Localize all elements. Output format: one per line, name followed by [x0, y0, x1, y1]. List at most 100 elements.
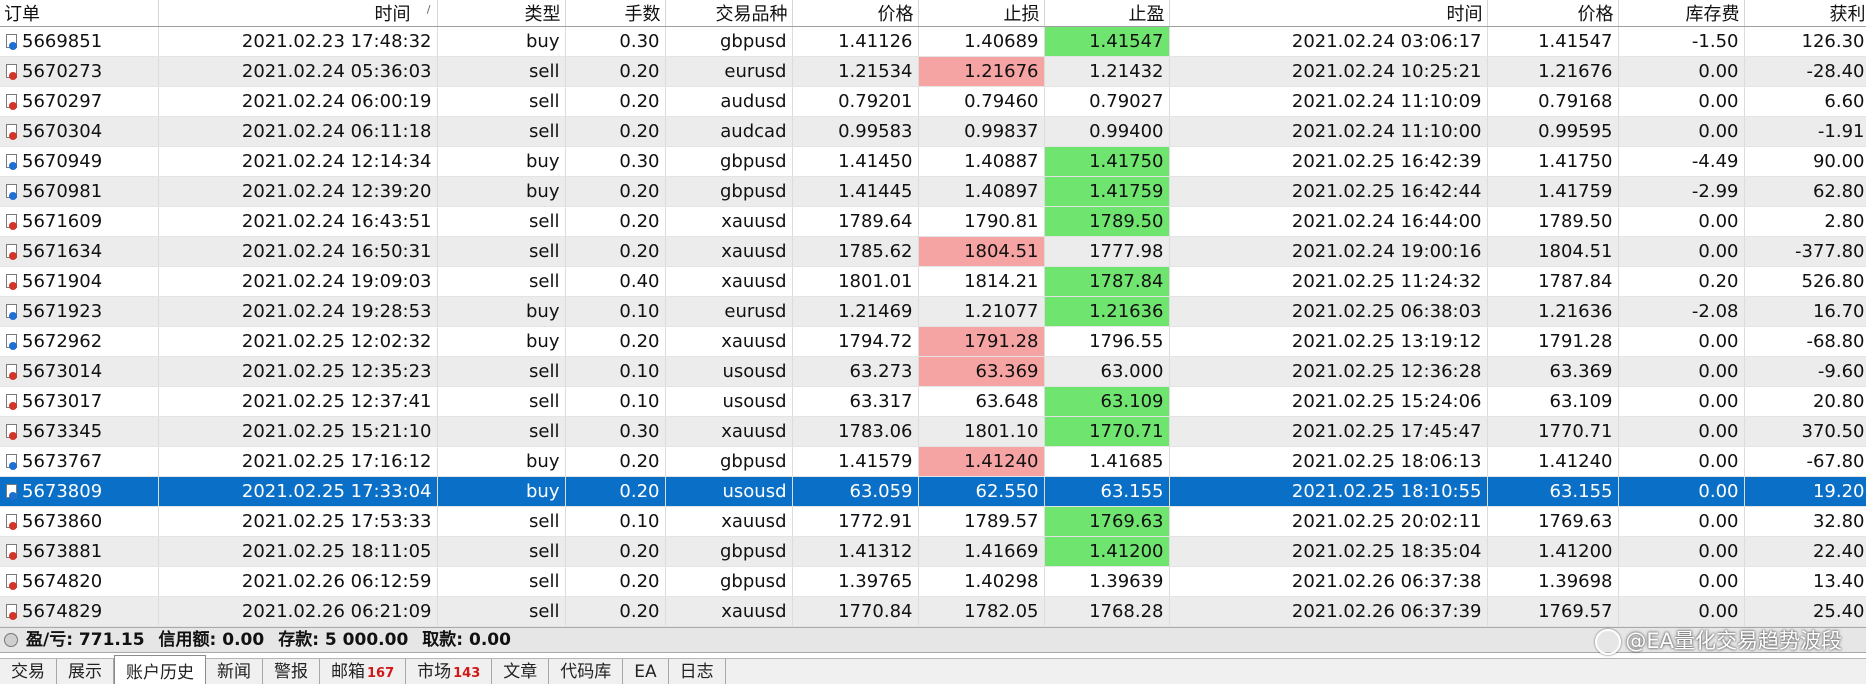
tab-3[interactable]: 新闻 — [206, 659, 263, 684]
symbol-cell: xauusd — [665, 326, 793, 357]
symbol-cell: xauusd — [665, 236, 793, 267]
tab-label: 市场 — [417, 662, 452, 682]
table-row[interactable]: 5674820 2021.02.26 06:12:59 sell 0.20 gbpusd… — [0, 566, 1866, 597]
table-row[interactable]: 5670273 2021.02.24 05:36:03 sell 0.20 eurusd… — [0, 56, 1866, 87]
table-row[interactable]: 5674829 2021.02.26 06:21:09 sell 0.20 xauusd… — [0, 596, 1866, 627]
order-cell: 5670297 — [0, 86, 159, 117]
order-cell: 5670273 — [0, 56, 159, 87]
summary-withdrawal: 取款: 0.00 — [422, 630, 511, 650]
table-row[interactable]: 5670304 2021.02.24 06:11:18 sell 0.20 audcad… — [0, 116, 1866, 147]
order-number: 5674820 — [22, 571, 103, 592]
tab-4[interactable]: 警报 — [263, 659, 320, 684]
table-row[interactable]: 5673017 2021.02.25 12:37:41 sell 0.10 usousd… — [0, 386, 1866, 417]
col-header-close-price[interactable]: 价格 — [1487, 0, 1619, 27]
tab-6[interactable]: 市场 143 — [406, 659, 493, 684]
tab-1[interactable]: 展示 — [57, 659, 114, 684]
swap-cell: 0.00 — [1618, 56, 1745, 87]
table-row[interactable]: 5671634 2021.02.24 16:50:31 sell 0.20 xauusd… — [0, 236, 1866, 267]
profit-cell: 90.00 — [1744, 146, 1866, 177]
col-header-order[interactable]: 订单 — [0, 0, 159, 27]
table-row[interactable]: 5671923 2021.02.24 19:28:53 buy 0.10 eurusd 1… — [0, 296, 1866, 327]
price-cell: 1789.64 — [792, 206, 919, 237]
take-profit-cell: 0.99400 — [1044, 116, 1170, 147]
swap-cell: 0.00 — [1618, 206, 1745, 237]
profit-cell: -68.80 — [1744, 326, 1866, 357]
history-rows: 5669851 2021.02.23 17:48:32 buy 0.30 gbpusd 1… — [0, 26, 1866, 627]
order-cell: 5672962 — [0, 326, 159, 357]
col-header-profit[interactable]: 获利 — [1744, 0, 1866, 27]
stop-loss-cell: 63.648 — [918, 386, 1045, 417]
tab-7[interactable]: 文章 — [492, 659, 550, 684]
tab-0[interactable]: 交易 — [0, 659, 57, 684]
symbol-cell: eurusd — [665, 296, 793, 327]
table-row[interactable]: 5670981 2021.02.24 12:39:20 buy 0.20 gbpusd 1… — [0, 176, 1866, 207]
close-time-cell: 2021.02.25 06:38:03 — [1169, 296, 1488, 327]
summary-deposit: 存款: 5 000.00 — [278, 630, 409, 650]
order-cell: 5673809 — [0, 476, 159, 507]
stop-loss-cell: 63.369 — [918, 356, 1045, 387]
tab-9[interactable]: EA — [623, 659, 669, 684]
table-row[interactable]: 5670297 2021.02.24 06:00:19 sell 0.20 audusd… — [0, 86, 1866, 117]
profit-cell: -28.40 — [1744, 56, 1866, 87]
stop-loss-cell: 62.550 — [918, 476, 1045, 507]
tab-8[interactable]: 代码库 — [549, 659, 624, 684]
table-row[interactable]: 5673809 2021.02.25 17:33:04 buy 0.20 usousd 6… — [0, 476, 1866, 507]
close-price-cell: 1.41750 — [1487, 146, 1619, 177]
col-header-close-time[interactable]: 时间 — [1169, 0, 1488, 27]
open-time-cell: 2021.02.24 12:14:34 — [158, 146, 438, 177]
lots-cell: 0.20 — [565, 566, 666, 597]
table-row[interactable]: 5673767 2021.02.25 17:16:12 buy 0.20 gbpusd 1… — [0, 446, 1866, 477]
watermark-logo-icon — [1595, 629, 1622, 655]
table-row[interactable]: 5669851 2021.02.23 17:48:32 buy 0.30 gbpusd 1… — [0, 26, 1866, 57]
swap-cell: 0.00 — [1618, 86, 1745, 117]
table-row[interactable]: 5673345 2021.02.25 15:21:10 sell 0.30 xauusd… — [0, 416, 1866, 447]
col-header-symbol[interactable]: 交易品种 — [665, 0, 793, 27]
col-header-swap[interactable]: 库存费 — [1618, 0, 1745, 27]
take-profit-cell: 1.41547 — [1044, 26, 1170, 57]
sell-order-icon — [5, 393, 19, 411]
col-header-stop-loss[interactable]: 止损 — [918, 0, 1045, 27]
table-row[interactable]: 5671609 2021.02.24 16:43:51 sell 0.20 xauusd… — [0, 206, 1866, 237]
col-header-price[interactable]: 价格 — [792, 0, 919, 27]
lots-cell: 0.20 — [565, 326, 666, 357]
swap-cell: -4.49 — [1618, 146, 1745, 177]
lots-cell: 0.30 — [565, 26, 666, 57]
price-cell: 1.39765 — [792, 566, 919, 597]
table-row[interactable]: 5672962 2021.02.25 12:02:32 buy 0.20 xauusd 1… — [0, 326, 1866, 357]
price-cell: 0.99583 — [792, 116, 919, 147]
close-price-cell: 1.39698 — [1487, 566, 1619, 597]
close-price-cell: 1770.71 — [1487, 416, 1619, 447]
tab-label: 文章 — [503, 662, 538, 682]
tab-10[interactable]: 日志 — [669, 659, 726, 684]
close-price-cell: 1.41200 — [1487, 536, 1619, 567]
table-row[interactable]: 5673881 2021.02.25 18:11:05 sell 0.20 gbpusd… — [0, 536, 1866, 567]
col-header-lots[interactable]: 手数 — [565, 0, 666, 27]
symbol-cell: gbpusd — [665, 536, 793, 567]
take-profit-cell: 1769.63 — [1044, 506, 1170, 537]
table-row[interactable]: 5673014 2021.02.25 12:35:23 sell 0.10 usousd… — [0, 356, 1866, 387]
order-number: 5673017 — [22, 391, 103, 412]
price-cell: 1.21469 — [792, 296, 919, 327]
open-time-cell: 2021.02.25 17:16:12 — [158, 446, 438, 477]
table-row[interactable]: 5671904 2021.02.24 19:09:03 sell 0.40 xauusd… — [0, 266, 1866, 297]
col-header-type[interactable]: 类型 — [437, 0, 566, 27]
col-header-take-profit[interactable]: 止盈 — [1044, 0, 1170, 27]
symbol-cell: audusd — [665, 86, 793, 117]
stop-loss-cell: 1782.05 — [918, 596, 1045, 627]
symbol-cell: gbpusd — [665, 446, 793, 477]
table-row[interactable]: 5670949 2021.02.24 12:14:34 buy 0.30 gbpusd 1… — [0, 146, 1866, 177]
col-header-open-time[interactable]: 时间 / — [158, 0, 438, 27]
type-cell: sell — [437, 416, 566, 447]
order-number: 5669851 — [22, 31, 103, 52]
order-number: 5673860 — [22, 511, 103, 532]
symbol-cell: gbpusd — [665, 176, 793, 207]
open-time-cell: 2021.02.24 12:39:20 — [158, 176, 438, 207]
symbol-cell: xauusd — [665, 266, 793, 297]
table-row[interactable]: 5673860 2021.02.25 17:53:33 sell 0.10 xauusd… — [0, 506, 1866, 537]
price-cell: 1772.91 — [792, 506, 919, 537]
tab-5[interactable]: 邮箱 167 — [320, 659, 407, 684]
close-price-cell: 1804.51 — [1487, 236, 1619, 267]
swap-cell: 0.00 — [1618, 476, 1745, 507]
open-time-cell: 2021.02.25 18:11:05 — [158, 536, 438, 567]
tab-2[interactable]: 账户历史 — [114, 655, 206, 684]
